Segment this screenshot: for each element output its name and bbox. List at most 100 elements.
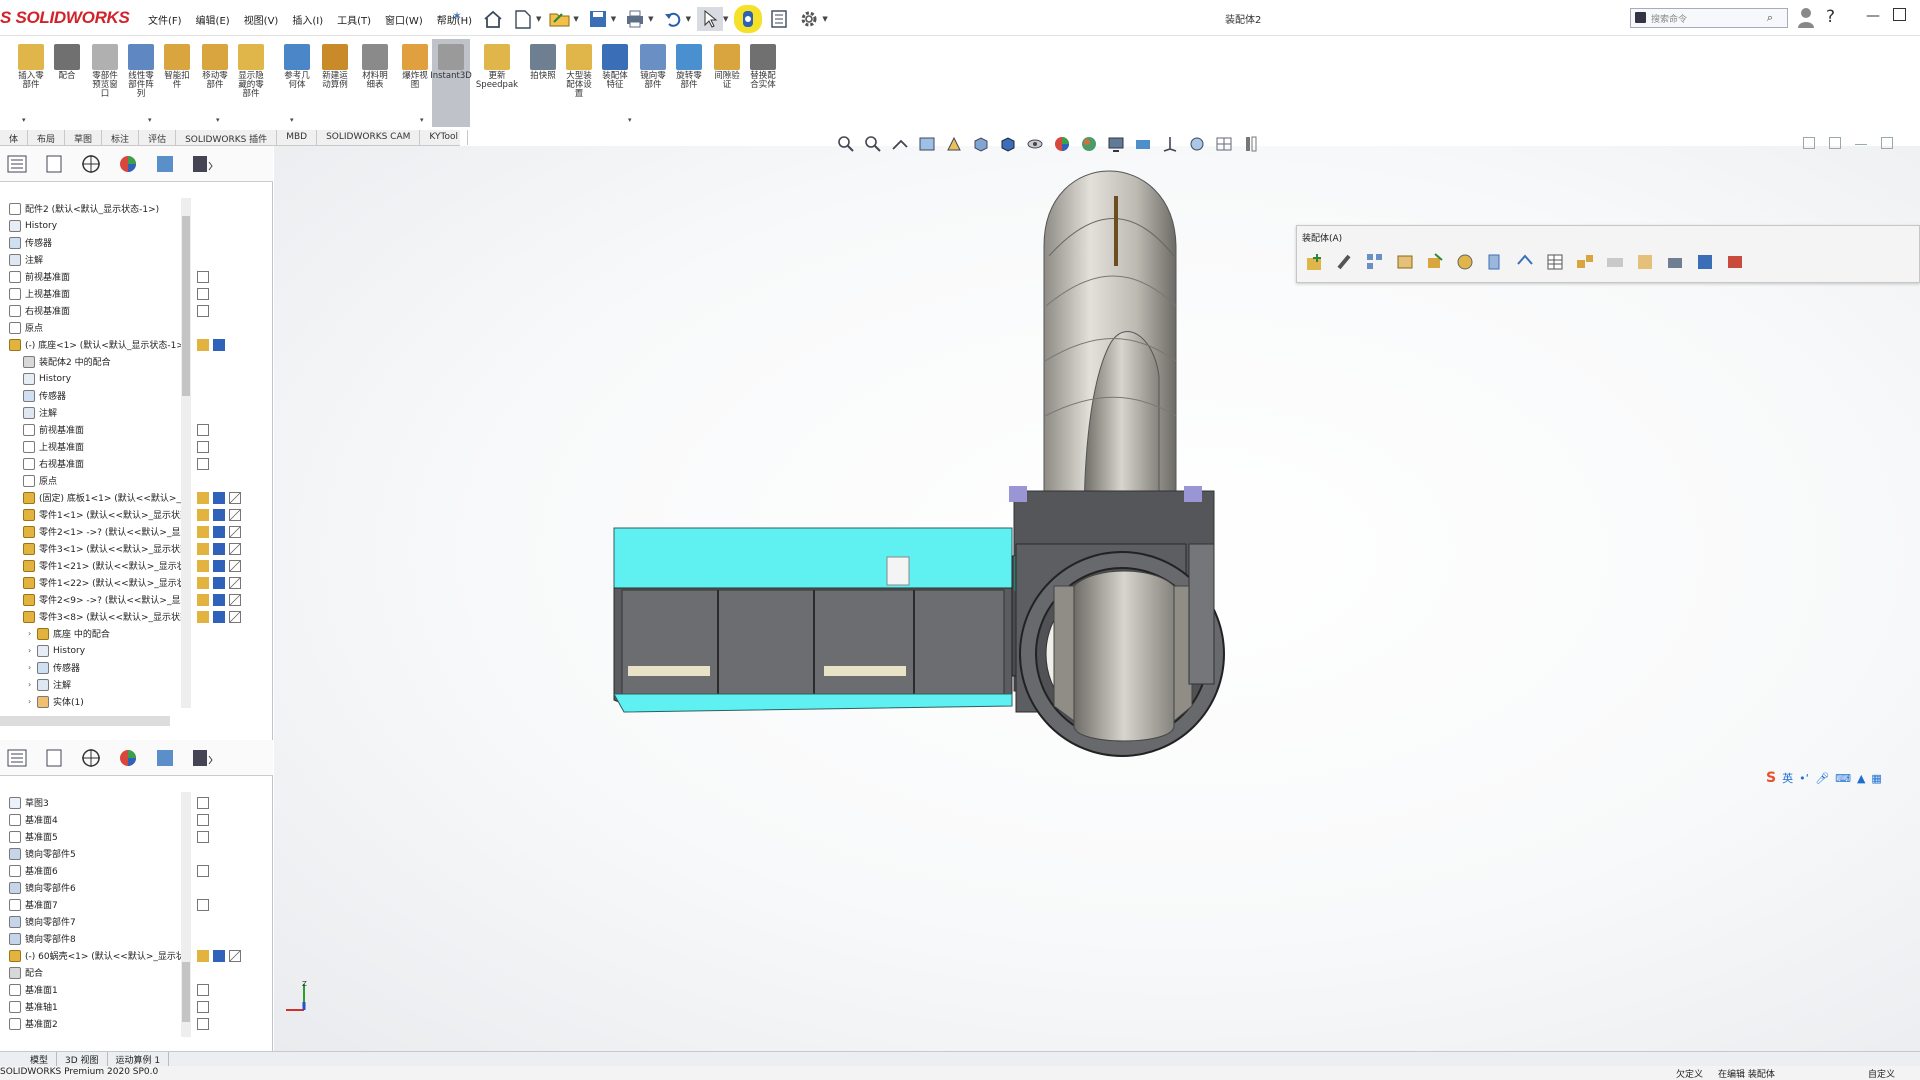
select-arrow-icon[interactable] <box>696 7 723 31</box>
tree-node[interactable]: 零件1<1> (默认<<默认>_显示状态 <box>0 506 190 523</box>
cam-manager-icon[interactable] <box>148 150 181 178</box>
chevron-down-icon[interactable]: ▾ <box>22 116 26 124</box>
chevron-down-icon[interactable]: ▾ <box>420 116 424 124</box>
expand-arrow-icon[interactable]: › <box>28 697 37 706</box>
component-status-icon[interactable] <box>197 525 209 538</box>
display-pane-plane-icon[interactable] <box>197 864 209 877</box>
featuremanager-tree-icon[interactable] <box>0 150 33 178</box>
display-pane-plane-icon[interactable] <box>197 304 209 317</box>
exploded-view-icon[interactable] <box>1575 252 1595 272</box>
mirror-components-button[interactable]: 镜向零 部件 <box>634 44 672 90</box>
component-status-icon[interactable] <box>197 576 209 589</box>
home-icon[interactable] <box>480 7 506 31</box>
tree-node[interactable]: 基准面1 <box>0 981 190 998</box>
display-pane-plane-icon[interactable] <box>197 796 209 809</box>
interference-detection-icon[interactable] <box>1725 252 1745 272</box>
component-status-icon[interactable] <box>197 593 209 606</box>
instant3d-button[interactable]: Instant3D <box>430 39 472 127</box>
show-hidden-components-button[interactable]: 显示隐 藏的零 部件 <box>232 44 270 99</box>
tab-3d-views[interactable]: 3D 视图 <box>57 1052 108 1066</box>
tab-motion-study-1[interactable]: 运动算例 1 <box>108 1052 170 1066</box>
search-commands-input[interactable]: 搜索命令 ⌕ <box>1630 8 1788 28</box>
reference-geometry-button[interactable]: 参考几 何体 <box>278 44 316 90</box>
smart-fasteners-button[interactable]: 智能扣 件 <box>158 44 196 90</box>
tree-node[interactable]: 右视基准面 <box>0 302 190 319</box>
tree-node[interactable]: 配合 <box>0 964 190 981</box>
configuration-icon[interactable] <box>1240 133 1262 155</box>
tree-node[interactable]: 基准面5 <box>0 828 190 845</box>
apply-scene-icon[interactable] <box>1078 133 1100 155</box>
appearance-manager-icon[interactable] <box>111 150 144 178</box>
new-document-icon[interactable] <box>510 7 536 31</box>
chevron-down-icon[interactable]: ▾ <box>628 116 632 124</box>
tree-node[interactable]: 镜向零部件6 <box>0 879 190 896</box>
user-account-icon[interactable] <box>1797 7 1815 29</box>
appearance-status-icon[interactable] <box>213 949 225 962</box>
edit-appearance-icon[interactable] <box>1051 133 1073 155</box>
file-properties-icon[interactable] <box>766 7 792 31</box>
camera-icon[interactable] <box>1132 133 1154 155</box>
tab-cam[interactable]: SOLIDWORKS CAM <box>317 130 421 145</box>
instant3d-icon[interactable] <box>1605 252 1625 272</box>
new-motion-study-button[interactable]: 新建运 动算例 <box>316 44 354 90</box>
transparency-status-icon[interactable] <box>229 576 241 589</box>
chevron-down-icon[interactable]: ▼ <box>611 15 616 23</box>
component-status-icon[interactable] <box>197 559 209 572</box>
search-icon[interactable]: ⌕ <box>1767 11 1773 25</box>
display-pane-plane-icon[interactable] <box>197 898 209 911</box>
appearance-status-icon[interactable] <box>213 610 225 623</box>
open-folder-icon[interactable] <box>547 7 573 31</box>
insert-components-button[interactable]: 插入零 部件 <box>12 44 50 90</box>
tab-model[interactable]: 模型 <box>0 1052 58 1066</box>
triad-icon[interactable] <box>1159 133 1181 155</box>
floating-assembly-toolbar[interactable]: 装配体(A) <box>1296 225 1920 283</box>
chevron-down-icon[interactable]: ▼ <box>536 15 541 23</box>
move-component-button[interactable]: 移动零 部件 <box>196 44 234 90</box>
appearance-status-icon[interactable] <box>213 491 225 504</box>
transparency-status-icon[interactable] <box>229 610 241 623</box>
tab-kytool[interactable]: KYTool <box>420 130 468 145</box>
tree-node[interactable]: (-) 底座<1> (默认<默认_显示状态-1>) <box>0 336 190 353</box>
ime-language[interactable]: 英 <box>1782 770 1793 786</box>
tree-node[interactable]: (-) 60蜗壳<1> (默认<<默认>_显示状态 <box>0 947 190 964</box>
display-pane-plane-icon[interactable] <box>197 457 209 470</box>
insert-component-icon[interactable] <box>1305 252 1325 272</box>
tab-markup[interactable]: 标注 <box>102 130 140 145</box>
tree-node[interactable]: › 传感器 <box>0 659 190 676</box>
menu-view[interactable]: 视图(V) <box>242 10 281 29</box>
tree-node[interactable]: 零件3<1> (默认<<默认>_显示状态 <box>0 540 190 557</box>
tree-node[interactable]: 零件3<8> (默认<<默认>_显示状态 <box>0 608 190 625</box>
tree-node[interactable]: › 底座 中的配合 <box>0 625 190 642</box>
new-motion-study-icon[interactable] <box>1515 252 1535 272</box>
tree-node[interactable]: 零件2<1> ->? (默认<<默认>_显示 <box>0 523 190 540</box>
tree-node[interactable]: 装配体2 中的配合 <box>0 353 190 370</box>
maximize-button[interactable] <box>1893 8 1906 21</box>
display-pane-plane-icon[interactable] <box>197 983 209 996</box>
assembly-features-button[interactable]: 装配体 特征 <box>596 44 634 90</box>
chevron-down-icon[interactable]: ▾ <box>148 116 152 124</box>
rotate-component-button[interactable]: 旋转零 部件 <box>670 44 708 90</box>
viewport-minimize-button[interactable] <box>1855 137 1867 145</box>
tree-node[interactable]: 镜向零部件5 <box>0 845 190 862</box>
chevron-down-icon[interactable]: ▼ <box>723 15 728 23</box>
component-status-icon[interactable] <box>197 508 209 521</box>
tree-node[interactable]: 基准面4 <box>0 811 190 828</box>
display-pane-plane-icon[interactable] <box>197 287 209 300</box>
viewport-tile-button[interactable] <box>1829 137 1841 149</box>
update-speedpak-icon[interactable] <box>1635 252 1655 272</box>
display-pane-plane-icon[interactable] <box>197 423 209 436</box>
component-status-icon[interactable] <box>197 949 209 962</box>
tree-node[interactable]: 配件2 (默认<默认_显示状态-1>) <box>0 200 190 217</box>
chevron-down-icon[interactable]: ▼ <box>686 15 691 23</box>
menu-tools[interactable]: 工具(T) <box>335 10 373 29</box>
tree-node[interactable]: 镜向零部件7 <box>0 913 190 930</box>
display-pane-plane-icon[interactable] <box>197 830 209 843</box>
replace-mate-entities-button[interactable]: 替换配 合实体 <box>744 44 782 90</box>
cam-manager-icon[interactable] <box>148 744 181 772</box>
bill-of-materials-button[interactable]: 材料明 细表 <box>356 44 394 90</box>
minimize-button[interactable]: — <box>1866 8 1880 24</box>
transparency-status-icon[interactable] <box>229 542 241 555</box>
component-status-icon[interactable] <box>197 491 209 504</box>
appearance-status-icon[interactable] <box>213 576 225 589</box>
split-view-icon[interactable] <box>1213 133 1235 155</box>
